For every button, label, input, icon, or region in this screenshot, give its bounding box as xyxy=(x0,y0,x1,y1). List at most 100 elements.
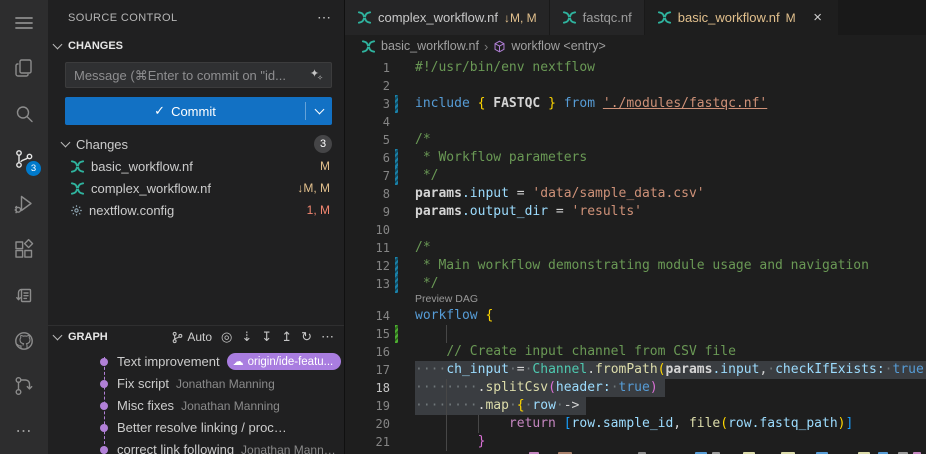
chevron-down-icon xyxy=(53,331,63,341)
indent-guide xyxy=(446,397,447,415)
changes-tree-header[interactable]: Changes 3 xyxy=(48,133,344,155)
graph-auto-label: Auto xyxy=(187,330,212,344)
check-icon: ✓ xyxy=(154,103,165,119)
gear-file-icon xyxy=(70,204,83,217)
commit-row[interactable]: Misc fixesJonathan Manning xyxy=(48,395,344,417)
nextflow-file-icon xyxy=(657,10,672,25)
commit-row[interactable]: Better resolve linking / process inspect… xyxy=(48,417,344,439)
gutter-decoration-slot xyxy=(390,415,403,433)
indent-guide xyxy=(446,415,447,433)
code-line-text: params.input = 'data/sample_data.csv' xyxy=(415,185,705,203)
code-line: 1#!/usr/bin/env nextflow xyxy=(345,59,926,77)
activity-item-additional-views[interactable]: ⋯ xyxy=(0,409,48,454)
commit-dot-icon xyxy=(100,358,108,366)
code-line-text: */ xyxy=(415,167,438,185)
git-modified-gutter-bar[interactable] xyxy=(395,167,398,185)
activity-item-search[interactable] xyxy=(0,91,48,136)
changed-files-list: basic_workflow.nfMcomplex_workflow.nf↓M,… xyxy=(48,155,344,221)
tab-complex_workflow.nf[interactable]: complex_workflow.nf↓M, M xyxy=(345,0,549,35)
activity-item-github[interactable] xyxy=(0,318,48,363)
code-editor[interactable]: 1#!/usr/bin/env nextflow23include { FAST… xyxy=(345,57,926,454)
commit-row[interactable]: Fix scriptJonathan Manning xyxy=(48,373,344,395)
branch-icon xyxy=(171,331,184,344)
git-modified-gutter-bar[interactable] xyxy=(395,149,398,167)
gutter-decoration-slot xyxy=(390,307,403,325)
commit-dropdown-button[interactable] xyxy=(306,97,332,125)
nextflow-file-icon xyxy=(357,10,372,25)
code-line: 17 ····ch_input·=·Channel.fromPath(params… xyxy=(345,361,926,379)
pull-icon[interactable]: ↧ xyxy=(261,329,272,345)
extensions-icon xyxy=(12,238,36,262)
code-line: 16 // Create input channel from CSV file xyxy=(345,343,926,361)
gutter-decoration-slot xyxy=(390,77,403,95)
codelens-preview-dag[interactable]: Preview DAG xyxy=(415,293,478,307)
generate-commit-message-icon[interactable]: ✦✧ xyxy=(310,67,325,80)
graph-toolbar: Auto ◎ ⇣ ↧ ↥ ↻ ⋯ xyxy=(171,329,334,345)
target-icon[interactable]: ◎ xyxy=(221,329,232,345)
line-number: 4 xyxy=(345,113,390,131)
more-icon[interactable]: ⋯ xyxy=(321,329,334,345)
refresh-icon[interactable]: ↻ xyxy=(301,329,312,345)
commit-row[interactable]: correct link followingJonathan Manning xyxy=(48,439,344,454)
changes-count-badge: 3 xyxy=(314,135,332,153)
line-number: 17 xyxy=(345,361,390,379)
commit-message-input[interactable] xyxy=(66,68,331,83)
scm-file-row[interactable]: basic_workflow.nfM xyxy=(48,155,344,177)
fetch-icon[interactable]: ⇣ xyxy=(241,329,252,345)
git-added-gutter-bar[interactable] xyxy=(395,325,398,343)
commit-dot-icon xyxy=(100,380,108,388)
nextflow-file-icon xyxy=(70,181,85,196)
activity-item-extensions[interactable] xyxy=(0,227,48,272)
line-number: 19 xyxy=(345,397,390,415)
code-line-text-selected: ····ch_input·=·Channel.fromPath(params.i… xyxy=(415,361,926,379)
scm-file-row[interactable]: nextflow.config1, M xyxy=(48,199,344,221)
activity-item-git-graph[interactable] xyxy=(0,363,48,408)
nextflow-file-icon xyxy=(562,10,577,25)
github-icon xyxy=(12,329,36,353)
line-number xyxy=(345,293,390,307)
tab-label: fastqc.nf xyxy=(583,10,632,25)
push-icon[interactable]: ↥ xyxy=(281,329,292,345)
gutter-decoration-slot xyxy=(390,293,403,307)
activity-item-document-sync[interactable] xyxy=(0,272,48,317)
commit-dot-icon xyxy=(100,446,108,454)
code-line: 2 xyxy=(345,77,926,95)
commit-button[interactable]: ✓ Commit xyxy=(65,97,332,125)
code-line: 20 return [row.sample_id, file(row.fastq… xyxy=(345,415,926,433)
line-number: 1 xyxy=(345,59,390,77)
code-line-text: } xyxy=(415,433,485,451)
more-actions-icon[interactable]: ⋯ xyxy=(317,9,332,26)
close-icon[interactable]: × xyxy=(810,9,826,26)
tab-git-decoration: M xyxy=(786,11,796,25)
graph-section-header[interactable]: GRAPH Auto◎⇣↧↥↻⋯ xyxy=(48,325,344,349)
branch-ref-badge[interactable]: ☁origin/ide-featu... xyxy=(227,353,342,370)
vscode-window: 3 ⋯ SOURCE CONTROL ⋯ CHANGES ✦✧ ✓ Commit xyxy=(0,0,926,454)
line-number: 7 xyxy=(345,167,390,185)
changes-section-header[interactable]: CHANGES xyxy=(48,35,344,57)
commit-row[interactable]: Text improvementJo...☁origin/ide-featu..… xyxy=(48,351,344,373)
activity-item-menu[interactable] xyxy=(0,0,48,45)
code-line: 4 xyxy=(345,113,926,131)
gutter-decoration-slot xyxy=(390,343,403,361)
git-modified-gutter-bar[interactable] xyxy=(395,275,398,293)
activity-item-run-debug[interactable] xyxy=(0,182,48,227)
code-line: 5/* xyxy=(345,131,926,149)
cloud-icon: ☁ xyxy=(233,355,244,368)
tab-fastqc.nf[interactable]: fastqc.nf xyxy=(550,0,644,35)
code-line: 13 */ xyxy=(345,275,926,293)
tab-basic_workflow.nf[interactable]: basic_workflow.nfM× xyxy=(645,0,838,35)
code-line: 18········.splitCsv(header:·true) xyxy=(345,379,926,397)
search-icon xyxy=(12,102,36,126)
scm-file-row[interactable]: complex_workflow.nf↓M, M xyxy=(48,177,344,199)
doc-sync-icon xyxy=(12,283,36,307)
sidebar-title: SOURCE CONTROL xyxy=(68,12,178,24)
activity-item-explorer[interactable] xyxy=(0,45,48,90)
line-number: 21 xyxy=(345,433,390,451)
activity-item-source-control[interactable]: 3 xyxy=(0,136,48,181)
git-modified-gutter-bar[interactable] xyxy=(395,257,398,275)
graph-auto-button[interactable]: Auto xyxy=(171,330,212,344)
breadcrumb-symbol[interactable]: workflow <entry> xyxy=(511,39,605,53)
breadcrumb-file[interactable]: basic_workflow.nf xyxy=(381,39,479,53)
gutter-decoration-slot xyxy=(390,185,403,203)
git-modified-gutter-bar[interactable] xyxy=(395,95,398,113)
